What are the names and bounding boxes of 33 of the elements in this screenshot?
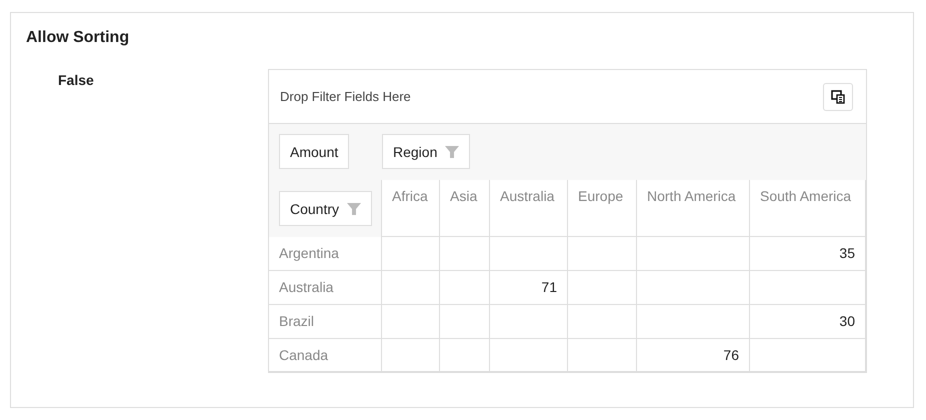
table-cell (440, 305, 490, 339)
table-cell (568, 305, 637, 339)
field-list-icon (831, 90, 845, 104)
filter-icon (347, 202, 362, 216)
table-cell: 71 (490, 271, 568, 305)
column-header: South America (750, 180, 866, 237)
column-header: North America (637, 180, 750, 237)
filter-icon (445, 144, 460, 158)
drop-zone-hint: Drop Filter Fields Here (280, 89, 411, 104)
table-cell (382, 237, 440, 271)
field-chip[interactable]: Region (382, 134, 470, 169)
column-header: Asia (440, 180, 490, 237)
column-header: Australia (490, 180, 568, 237)
section-title: Allow Sorting (25, 28, 130, 48)
field-list-button[interactable] (823, 82, 853, 110)
row-header: Brazil (269, 305, 382, 339)
table-cell: 30 (750, 305, 866, 339)
field-chip[interactable]: Amount (279, 134, 350, 169)
row-header: Canada (269, 339, 382, 372)
table-cell (440, 271, 490, 305)
row-header: Argentina (269, 237, 382, 271)
column-header: Europe (568, 180, 637, 237)
table-cell (382, 305, 440, 339)
table-cell: 76 (637, 339, 750, 372)
table-cell (568, 271, 637, 305)
column-header: Africa (382, 180, 440, 237)
table-cell (440, 237, 490, 271)
field-chip[interactable]: Country (279, 191, 372, 226)
option-label: False (57, 71, 95, 90)
table-cell (568, 237, 637, 271)
row-header: Australia (269, 271, 382, 305)
table-cell (382, 271, 440, 305)
table-cell: 35 (750, 237, 866, 271)
